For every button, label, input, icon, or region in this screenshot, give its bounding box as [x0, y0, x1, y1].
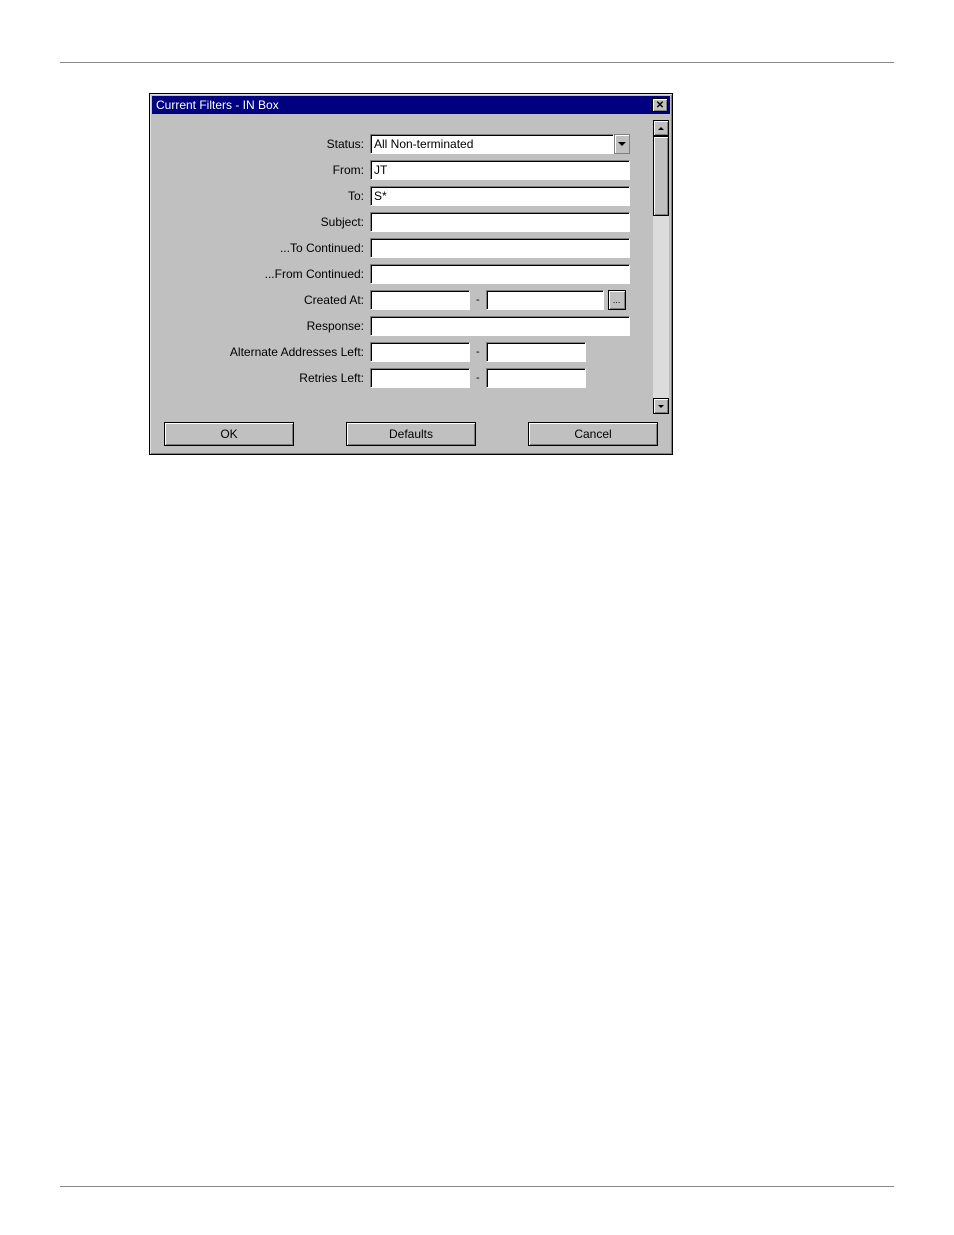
subject-input[interactable] — [370, 212, 630, 232]
ellipsis-icon: ... — [613, 295, 621, 305]
scroll-up-button[interactable] — [653, 120, 669, 136]
defaults-button[interactable]: Defaults — [346, 422, 476, 446]
alt-addresses-from-input[interactable] — [370, 342, 470, 362]
header-rule — [60, 62, 894, 63]
response-label: Response: — [160, 319, 370, 333]
to-continued-input[interactable] — [370, 238, 630, 258]
range-separator: - — [470, 294, 486, 306]
range-separator: - — [470, 372, 486, 384]
created-at-from-input[interactable] — [370, 290, 470, 310]
scroll-down-button[interactable] — [653, 398, 669, 414]
titlebar: Current Filters - IN Box ✕ — [152, 96, 670, 114]
status-dropdown[interactable] — [370, 134, 630, 154]
alt-addresses-to-input[interactable] — [486, 342, 586, 362]
footer-rule — [60, 1186, 894, 1187]
alt-addresses-left-label: Alternate Addresses Left: — [160, 345, 370, 359]
retries-from-input[interactable] — [370, 368, 470, 388]
from-continued-input[interactable] — [370, 264, 630, 284]
dialog-title: Current Filters - IN Box — [156, 98, 652, 112]
close-button[interactable]: ✕ — [652, 98, 668, 112]
retries-left-label: Retries Left: — [160, 371, 370, 385]
dialog-body: Status: From: To: — [150, 116, 672, 414]
status-input[interactable] — [370, 134, 614, 154]
chevron-up-icon — [658, 127, 664, 130]
range-separator: - — [470, 346, 486, 358]
ok-button[interactable]: OK — [164, 422, 294, 446]
status-label: Status: — [160, 137, 370, 151]
vertical-scrollbar[interactable] — [653, 120, 669, 414]
subject-label: Subject: — [160, 215, 370, 229]
to-label: To: — [160, 189, 370, 203]
to-input[interactable] — [370, 186, 630, 206]
from-label: From: — [160, 163, 370, 177]
status-dropdown-button[interactable] — [614, 134, 630, 154]
response-input[interactable] — [370, 316, 630, 336]
filters-dialog: Current Filters - IN Box ✕ Status: — [149, 93, 673, 455]
created-at-label: Created At: — [160, 293, 370, 307]
from-continued-label: ...From Continued: — [160, 267, 370, 281]
retries-to-input[interactable] — [486, 368, 586, 388]
form-column: Status: From: To: — [160, 120, 649, 414]
chevron-down-icon — [618, 142, 626, 146]
scrollbar-track[interactable] — [653, 136, 669, 398]
to-continued-label: ...To Continued: — [160, 241, 370, 255]
chevron-down-icon — [658, 405, 664, 408]
cancel-button[interactable]: Cancel — [528, 422, 658, 446]
close-icon: ✕ — [656, 100, 664, 111]
from-input[interactable] — [370, 160, 630, 180]
created-at-browse-button[interactable]: ... — [608, 290, 626, 310]
scrollbar-thumb[interactable] — [653, 136, 669, 216]
created-at-to-input[interactable] — [486, 290, 604, 310]
button-bar: OK Defaults Cancel — [150, 414, 672, 446]
